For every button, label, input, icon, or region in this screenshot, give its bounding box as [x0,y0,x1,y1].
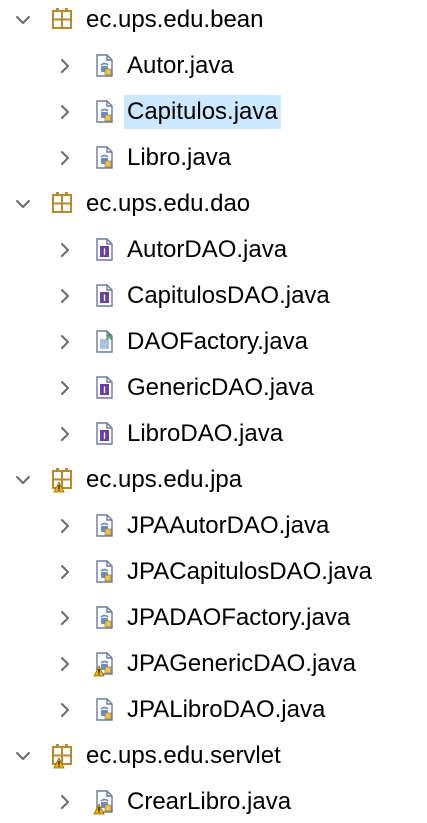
java-class-file-icon [92,559,116,583]
chevron-right-icon[interactable] [55,654,75,674]
svg-text:I: I [103,385,106,395]
package-name: ec.ups.edu.bean [86,6,264,33]
package-name: ec.ups.edu.dao [86,190,251,217]
java-class-file-icon [92,789,116,815]
tree-file-row[interactable]: Capitulos.java [0,91,427,133]
tree-file-row[interactable]: JPAAutorDAO.java [0,505,427,547]
java-interface-file-icon: I [92,421,116,445]
chevron-right-icon[interactable] [55,286,75,306]
file-name: Libro.java [127,144,232,171]
svg-text:I: I [103,293,106,303]
chevron-right-icon[interactable] [55,562,75,582]
file-name: Autor.java [127,52,234,79]
tree-file-row[interactable]: I AutorDAO.java [0,229,427,271]
tree-package-row[interactable]: ec.ups.edu.dao [0,183,427,225]
package-icon [50,191,74,215]
chevron-right-icon[interactable] [55,516,75,536]
java-class-file-icon [92,605,116,629]
tree-file-row[interactable]: JPACapitulosDAO.java [0,551,427,593]
package-name: ec.ups.edu.jpa [86,466,243,493]
tree-file-row[interactable]: I LibroDAO.java [0,413,427,455]
chevron-down-icon[interactable] [13,10,33,30]
tree-file-row[interactable]: I CapitulosDAO.java [0,275,427,317]
package-explorer-tree: ec.ups.edu.bean Autor.java Capitulos.jav… [0,0,427,823]
package-name: ec.ups.edu.servlet [86,742,281,769]
file-name: JPACapitulosDAO.java [127,558,372,585]
chevron-down-icon[interactable] [13,746,33,766]
tree-package-row[interactable]: ec.ups.edu.servlet [0,735,427,777]
svg-text:I: I [103,431,106,441]
file-name: CrearLibro.java [127,788,292,815]
svg-text:A: A [106,332,113,342]
chevron-right-icon[interactable] [55,424,75,444]
tree-file-row[interactable]: I GenericDAO.java [0,367,427,409]
package-icon [50,743,74,769]
java-interface-file-icon: I [92,375,116,399]
package-icon [50,467,74,493]
file-name: GenericDAO.java [127,374,314,401]
file-name: JPAAutorDAO.java [127,512,330,539]
file-name: JPALibroDAO.java [127,696,326,723]
tree-file-row[interactable]: JPALibroDAO.java [0,689,427,731]
file-name: JPAGenericDAO.java [127,650,356,677]
chevron-right-icon[interactable] [55,378,75,398]
chevron-right-icon[interactable] [55,608,75,628]
file-name: Capitulos.java [124,95,281,129]
file-name: JPADAOFactory.java [127,604,351,631]
chevron-down-icon[interactable] [13,470,33,490]
chevron-right-icon[interactable] [55,56,75,76]
chevron-right-icon[interactable] [55,332,75,352]
chevron-right-icon[interactable] [55,240,75,260]
java-interface-file-icon: I [92,237,116,261]
java-abstract-class-file-icon: A [92,329,116,353]
file-name: AutorDAO.java [127,236,288,263]
tree-file-row[interactable]: JPADAOFactory.java [0,597,427,639]
java-class-file-icon [92,99,116,123]
tree-file-row[interactable]: Autor.java [0,45,427,87]
java-class-file-icon [92,697,116,721]
chevron-right-icon[interactable] [55,102,75,122]
file-name: DAOFactory.java [127,328,308,355]
package-icon [50,7,74,31]
java-class-file-icon [92,651,116,677]
svg-text:I: I [103,247,106,257]
java-interface-file-icon: I [92,283,116,307]
java-class-file-icon [92,145,116,169]
chevron-right-icon[interactable] [55,792,75,812]
file-name: CapitulosDAO.java [127,282,330,309]
tree-package-row[interactable]: ec.ups.edu.bean [0,0,427,41]
tree-package-row[interactable]: ec.ups.edu.jpa [0,459,427,501]
tree-file-row[interactable]: A DAOFactory.java [0,321,427,363]
tree-file-row[interactable]: JPAGenericDAO.java [0,643,427,685]
chevron-right-icon[interactable] [55,700,75,720]
java-class-file-icon [92,53,116,77]
chevron-right-icon[interactable] [55,148,75,168]
java-class-file-icon [92,513,116,537]
file-name: LibroDAO.java [127,420,284,447]
tree-file-row[interactable]: CrearLibro.java [0,781,427,823]
tree-file-row[interactable]: Libro.java [0,137,427,179]
chevron-down-icon[interactable] [13,194,33,214]
